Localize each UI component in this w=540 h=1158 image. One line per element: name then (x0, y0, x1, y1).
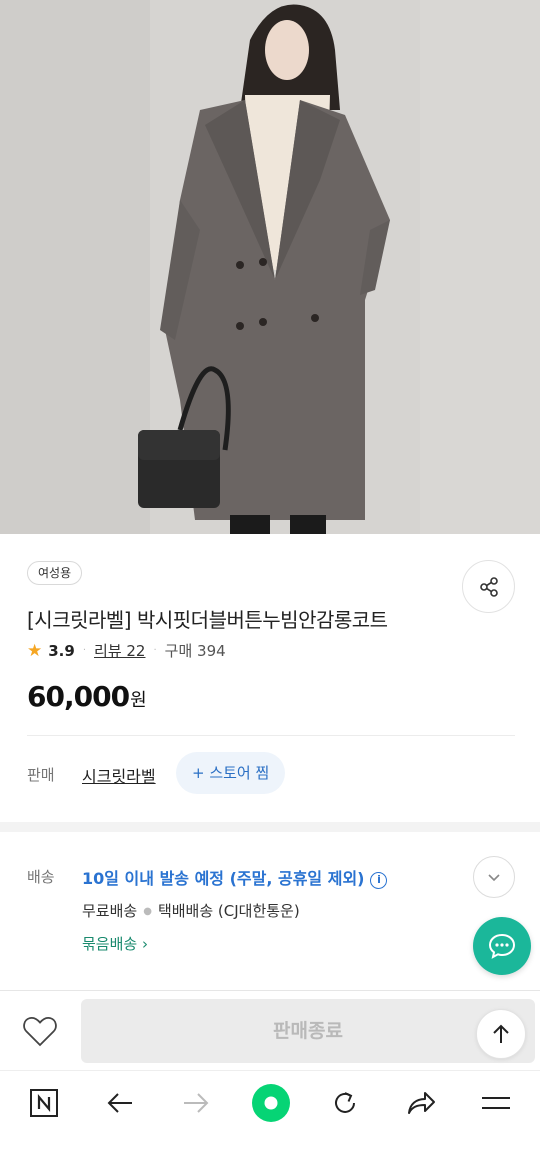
bundle-shipping-link[interactable]: 묶음배송 › (82, 933, 148, 954)
product-image[interactable] (0, 0, 540, 534)
separator-dot: ● (143, 906, 152, 917)
share-icon (479, 576, 498, 597)
gender-tag: 여성용 (27, 561, 83, 585)
menu-icon (482, 1097, 510, 1109)
separator-dot: · (82, 645, 87, 656)
product-info-section: 여성용 [시크릿라벨] 박시핏더블버튼누빔안감롱코트 ★ 3.9 · 리뷰 22… (0, 534, 540, 822)
chevron-down-icon (488, 874, 500, 882)
back-button[interactable] (95, 1083, 145, 1123)
naver-home-button[interactable] (19, 1083, 69, 1123)
share-forward-icon (408, 1092, 435, 1114)
share-button[interactable] (462, 560, 515, 613)
forward-arrow-icon (184, 1093, 209, 1113)
rating-value: 3.9 (48, 641, 75, 660)
naver-n-icon (30, 1089, 58, 1117)
green-dot-button[interactable] (246, 1083, 296, 1123)
home-dot-icon (252, 1084, 290, 1122)
shipping-method-free: 무료배송 (82, 902, 138, 920)
heart-icon (23, 1016, 57, 1047)
price-value: 60,000 (27, 680, 130, 713)
shipping-date-text: 10일 이내 발송 예정 (주말, 공휴일 제외) (82, 869, 365, 888)
chat-button[interactable] (473, 917, 531, 975)
product-title: [시크릿라벨] 박시핏더블버튼누빔안감롱코트 (27, 608, 388, 632)
purchase-count: 구매 394 (164, 642, 226, 660)
refresh-button[interactable] (320, 1083, 370, 1123)
shipping-methods: 무료배송 ● 택배배송 (CJ대한통운) (82, 900, 300, 921)
forward-button[interactable] (171, 1083, 221, 1123)
separator-dot: · (153, 645, 157, 656)
divider (27, 735, 515, 736)
product-photo (0, 0, 540, 534)
info-icon[interactable]: i (370, 872, 388, 889)
seller-name-link[interactable]: 시크릿라벨 (82, 763, 156, 787)
purchase-bar: 판매종료 (0, 990, 540, 1070)
chat-bubble-icon (488, 933, 516, 959)
menu-button[interactable] (471, 1083, 521, 1123)
seller-label: 판매 (27, 766, 55, 784)
store-follow-button[interactable]: + 스토어 찜 (176, 752, 286, 794)
soldout-button[interactable]: 판매종료 (81, 999, 535, 1063)
shipping-method-courier: 택배배송 (CJ대한통운) (157, 902, 300, 920)
section-gap (0, 822, 540, 832)
share-page-button[interactable] (396, 1083, 446, 1123)
scroll-top-button[interactable] (476, 1009, 526, 1059)
price-unit: 원 (130, 690, 147, 711)
shipping-section: 배송 10일 이내 발송 예정 (주말, 공휴일 제외) i 무료배송 ● 택배배송 … (0, 832, 540, 990)
shipping-label: 배송 (27, 868, 55, 886)
back-arrow-icon (107, 1093, 132, 1113)
review-link[interactable]: 리뷰 22 (94, 640, 145, 661)
shipping-date: 10일 이내 발송 예정 (주말, 공휴일 제외) i (82, 865, 388, 889)
wishlist-button[interactable] (20, 1011, 60, 1051)
price: 60,000원 (27, 680, 147, 713)
product-meta: ★ 3.9 · 리뷰 22 · 구매 394 (27, 640, 226, 661)
star-icon: ★ (27, 640, 43, 661)
browser-toolbar (0, 1070, 540, 1158)
shipping-expand-button[interactable] (473, 856, 515, 898)
refresh-icon (335, 1092, 355, 1113)
arrow-up-icon (493, 1024, 509, 1043)
